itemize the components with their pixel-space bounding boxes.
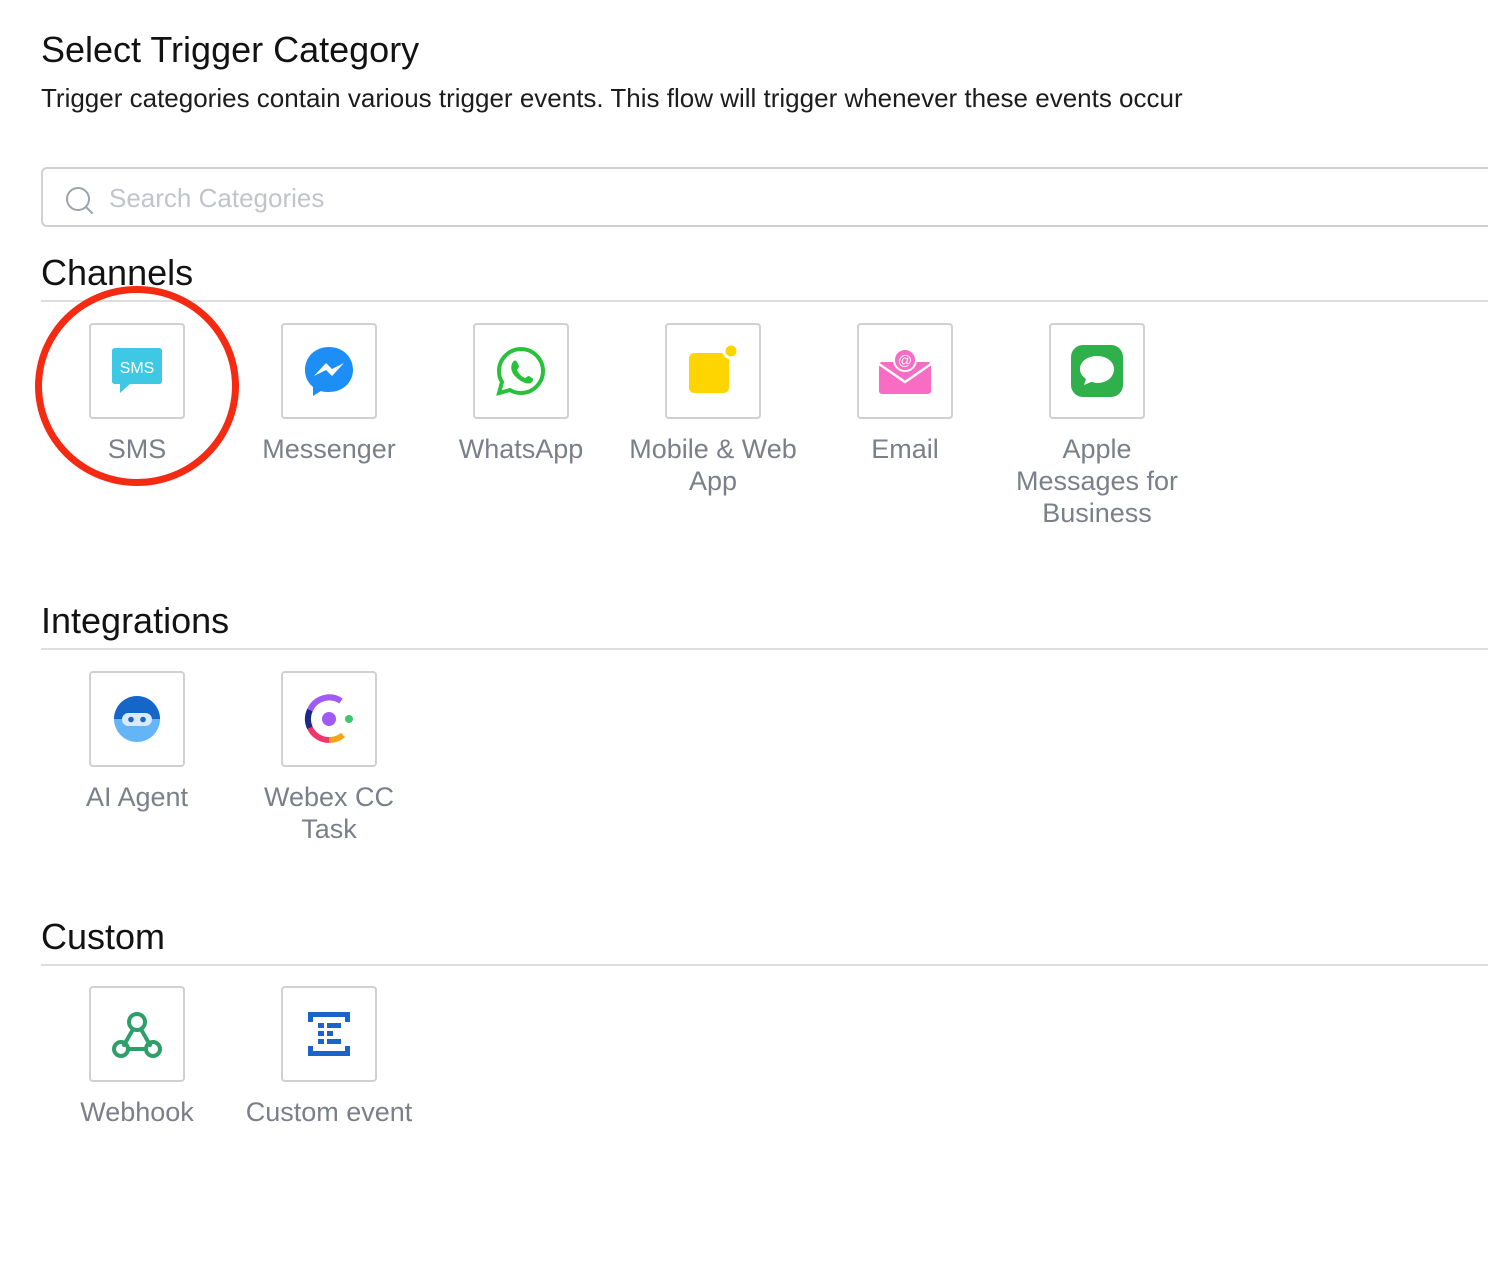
apple-messages-icon <box>1071 345 1123 397</box>
category-label: Custom event <box>245 1097 413 1127</box>
category-tile-whatsapp[interactable]: WhatsApp <box>426 323 616 465</box>
section-heading-integrations: Integrations <box>41 600 230 641</box>
category-icon-box <box>281 323 377 419</box>
svg-text:SMS: SMS <box>120 360 155 377</box>
mobile-web-app-icon <box>689 342 740 393</box>
category-label: Mobile & Web App <box>629 434 797 496</box>
category-icon-box <box>89 986 185 1082</box>
email-icon: @ <box>878 348 932 394</box>
webhook-icon <box>112 1012 162 1058</box>
category-tile-webhook[interactable]: Webhook <box>42 986 232 1128</box>
ai-agent-icon <box>114 696 160 742</box>
category-icon-box <box>281 671 377 767</box>
section-divider <box>41 648 1488 650</box>
search-box[interactable] <box>41 167 1488 227</box>
custom-event-icon <box>308 1012 350 1056</box>
category-label: Apple Messages for Business <box>1015 434 1179 528</box>
section-divider <box>41 964 1488 966</box>
search-input[interactable] <box>107 169 1411 227</box>
category-label: AI Agent <box>85 782 189 812</box>
category-tile-messenger[interactable]: Messenger <box>234 323 424 465</box>
category-label: SMS <box>107 434 167 464</box>
messenger-icon <box>305 347 353 396</box>
category-label: Messenger <box>262 434 396 464</box>
category-icon-box <box>665 323 761 419</box>
category-icon-box <box>1049 323 1145 419</box>
section-heading-channels: Channels <box>41 252 194 293</box>
trigger-category-page: Select Trigger Category Trigger categori… <box>0 0 1488 1276</box>
category-tile-custom-event[interactable]: Custom event <box>234 986 424 1128</box>
category-icon-box: SMS <box>89 323 185 419</box>
svg-text:@: @ <box>898 352 912 368</box>
whatsapp-icon <box>496 346 546 396</box>
category-icon-box: @ <box>857 323 953 419</box>
category-tile-apple-messages[interactable]: Apple Messages for Business <box>1002 323 1192 529</box>
page-title: Select Trigger Category <box>41 29 420 70</box>
category-icon-box <box>281 986 377 1082</box>
category-tile-sms[interactable]: SMS SMS <box>42 323 232 465</box>
webex-cc-icon <box>305 694 353 744</box>
category-tile-ai-agent[interactable]: AI Agent <box>42 671 232 813</box>
section-divider <box>41 300 1488 302</box>
page-subtitle: Trigger categories contain various trigg… <box>41 83 1183 113</box>
category-icon-box <box>473 323 569 419</box>
search-icon <box>66 187 93 214</box>
category-tile-mobile-web-app[interactable]: Mobile & Web App <box>618 323 808 497</box>
category-icon-box <box>89 671 185 767</box>
category-label: Email <box>871 434 939 464</box>
category-tile-email[interactable]: @ Email <box>810 323 1000 465</box>
section-heading-custom: Custom <box>41 916 166 957</box>
sms-icon: SMS <box>112 348 162 393</box>
category-label: Webex CC Task <box>263 782 395 844</box>
category-label: Webhook <box>80 1097 194 1127</box>
category-label: WhatsApp <box>458 434 584 464</box>
category-tile-webex-cc-task[interactable]: Webex CC Task <box>234 671 424 845</box>
